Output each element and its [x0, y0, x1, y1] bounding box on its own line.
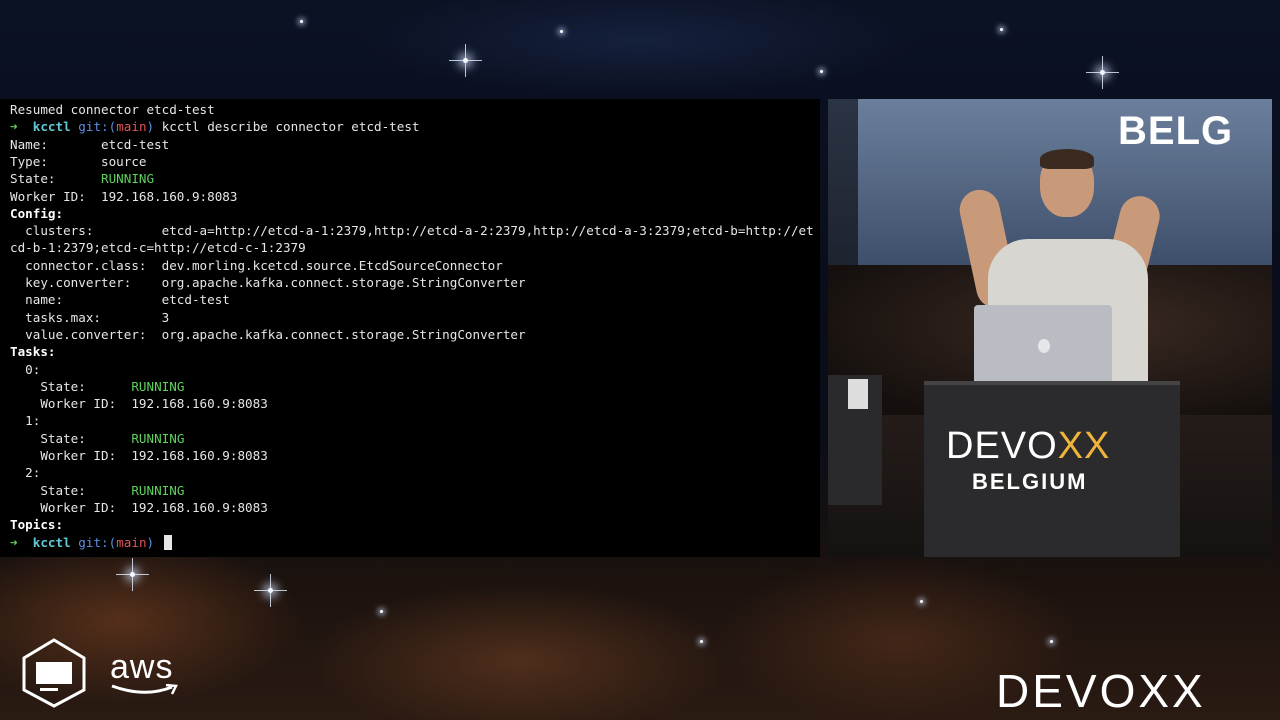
prompt-arrow-icon: ➜: [10, 119, 18, 135]
terminal-line: ➜ kcctl git:(main) kcctl describe connec…: [10, 118, 420, 135]
terminal-line: name: etcd-test: [10, 291, 230, 308]
prompt-branch: main: [116, 534, 147, 550]
terminal-line: State: RUNNING: [10, 170, 154, 187]
speaker-hair: [1040, 149, 1094, 169]
terminal-line: State: RUNNING: [10, 482, 184, 499]
output-text: State:: [10, 430, 132, 446]
aws-smile-icon: [111, 684, 178, 695]
star-decoration: [380, 610, 383, 613]
star-decoration: [449, 44, 482, 77]
star-decoration: [116, 558, 149, 591]
prompt-command: kcctl describe connector etcd-test: [154, 119, 420, 135]
section-header: Config:: [10, 205, 64, 221]
output-text: Worker ID: 192.168.160.9:8083: [10, 499, 268, 515]
apple-icon: [1038, 339, 1050, 353]
prompt-directory: kcctl: [32, 119, 71, 135]
output-text: clusters: etcd-a=http://etcd-a-1:2379,ht…: [10, 223, 814, 239]
star-decoration: [300, 20, 303, 23]
terminal-line: ➜ kcctl git:(main): [10, 534, 172, 551]
output-text: key.converter: org.apache.kafka.connect.…: [10, 275, 526, 290]
prompt-git: git:(: [78, 534, 117, 550]
terminal-line: Tasks:: [10, 343, 56, 360]
output-text: tasks.max: 3: [10, 309, 170, 325]
terminal-line: 1:: [10, 412, 40, 429]
podium-logo: DEVOXX: [946, 425, 1111, 467]
status-running: RUNNING: [131, 482, 185, 498]
terminal-line: connector.class: dev.morling.kcetcd.sour…: [10, 257, 503, 274]
output-text: name: etcd-test: [10, 292, 230, 308]
side-stand-light: [848, 379, 868, 409]
terminal-line: 2:: [10, 464, 40, 481]
terminal-cursor[interactable]: [163, 534, 172, 550]
terminal-line: value.converter: org.apache.kafka.connec…: [10, 326, 526, 343]
prompt-command: [154, 535, 162, 550]
star-decoration: [254, 574, 287, 607]
star-decoration: [560, 30, 563, 33]
terminal-line: cd-b-1:2379;etcd-c=http://etcd-c-1:2379: [10, 239, 306, 256]
output-text: Worker ID: 192.168.160.9:8083: [10, 448, 268, 463]
output-text: 0:: [10, 361, 41, 377]
terminal-line: Worker ID: 192.168.160.9:8083: [10, 447, 268, 464]
output-text: cd-b-1:2379;etcd-c=http://etcd-c-1:2379: [10, 240, 306, 256]
output-text: connector.class: dev.morling.kcetcd.sour…: [10, 257, 503, 273]
terminal-line: clusters: etcd-a=http://etcd-a-1:2379,ht…: [10, 222, 814, 239]
star-decoration: [1086, 56, 1119, 89]
terminal-window[interactable]: Resumed connector etcd-test ➜ kcctl git:(…: [0, 99, 820, 557]
star-decoration: [700, 640, 703, 643]
section-header: Topics:: [10, 517, 64, 533]
terminal-line: Type: source: [10, 153, 146, 170]
jetbrains-logo-icon: [22, 638, 86, 708]
terminal-line: State: RUNNING: [10, 430, 184, 447]
star-decoration: [1050, 640, 1053, 643]
output-text: Resumed connector etcd-test: [10, 102, 215, 117]
terminal-line: Topics:: [10, 516, 63, 533]
stage-screen-text: BELG: [1118, 109, 1234, 153]
status-running: RUNNING: [101, 171, 155, 187]
prompt-git: ): [146, 119, 155, 135]
terminal-line: Worker ID: 192.168.160.9:8083: [10, 499, 268, 516]
terminal-line: Config:: [10, 205, 63, 222]
star-decoration: [1000, 28, 1003, 31]
terminal-line: State: RUNNING: [10, 378, 184, 395]
status-running: RUNNING: [131, 378, 185, 394]
prompt-git: ): [146, 534, 155, 550]
output-text: Worker ID: 192.168.160.9:8083: [10, 396, 268, 412]
status-running: RUNNING: [131, 430, 185, 446]
output-text: State:: [10, 171, 101, 187]
output-text: State:: [10, 482, 132, 498]
output-text: State:: [10, 378, 132, 394]
output-text: Worker ID: 192.168.160.9:8083: [10, 188, 238, 204]
devoxx-logo: DEVOXX: [996, 665, 1206, 717]
terminal-line: Resumed connector etcd-test: [10, 101, 215, 118]
prompt-branch: main: [116, 119, 147, 135]
terminal-line: key.converter: org.apache.kafka.connect.…: [10, 274, 526, 291]
speaker-video: BELG DEVOXX BELGIUM: [828, 99, 1272, 557]
section-header: Tasks:: [10, 344, 56, 360]
output-text: 1:: [10, 413, 41, 429]
output-text: value.converter: org.apache.kafka.connec…: [10, 326, 526, 342]
terminal-line: Worker ID: 192.168.160.9:8083: [10, 395, 268, 412]
prompt-arrow-icon: ➜: [10, 534, 18, 550]
prompt-directory: kcctl: [32, 534, 71, 550]
output-text: Name: etcd-test: [10, 136, 170, 152]
terminal-line: Name: etcd-test: [10, 136, 169, 153]
output-text: Type: source: [10, 153, 147, 169]
terminal-line: Worker ID: 192.168.160.9:8083: [10, 188, 237, 205]
terminal-line: tasks.max: 3: [10, 309, 169, 326]
prompt-git: git:(: [78, 119, 117, 135]
terminal-line: 0:: [10, 361, 40, 378]
podium-subtitle: BELGIUM: [972, 469, 1088, 494]
star-decoration: [920, 600, 923, 603]
star-decoration: [820, 70, 823, 73]
output-text: 2:: [10, 465, 41, 481]
aws-logo: aws: [110, 648, 174, 686]
